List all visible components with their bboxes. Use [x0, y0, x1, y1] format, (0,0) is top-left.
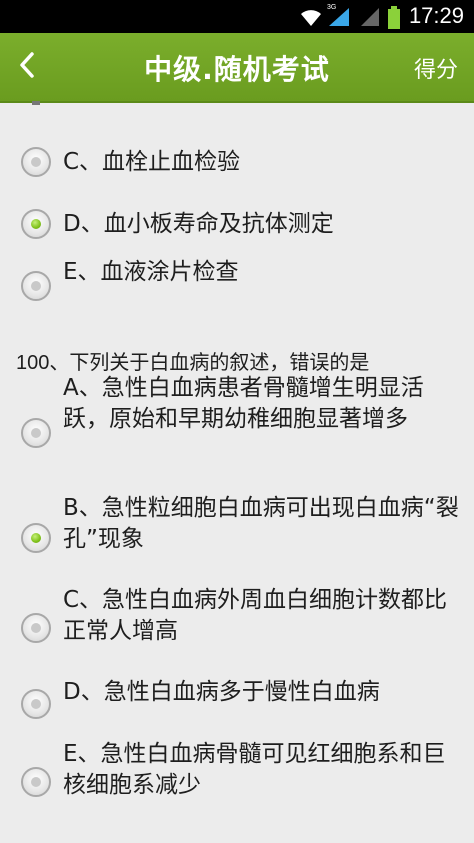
question-list[interactable]: C、血栓止血检验 D、血小板寿命及抗体测定 E、血液涂片检查 100、下列关于白…: [0, 101, 474, 843]
option-label: C、急性白血病外周血白细胞计数都比正常人增高: [63, 587, 448, 644]
option-label: E、血液涂片检查: [63, 259, 239, 285]
battery-icon: [388, 6, 400, 29]
option-label: D、急性白血病多于慢性白血病: [63, 679, 380, 705]
signal-icon: [329, 8, 349, 26]
option-label: E、急性白血病骨髓可见红细胞系和巨核细胞系减少: [63, 741, 446, 798]
radio-button-selected[interactable]: [21, 523, 51, 553]
wifi-icon: [301, 10, 321, 26]
option-label: D、血小板寿命及抗体测定: [63, 211, 334, 237]
status-bar: 3G 17:29: [0, 0, 474, 33]
radio-button[interactable]: [21, 689, 51, 719]
radio-button[interactable]: [21, 418, 51, 448]
radio-button-selected[interactable]: [21, 209, 51, 239]
radio-button[interactable]: [21, 271, 51, 301]
question-title: 100、下列关于白血病的叙述，错误的是: [16, 346, 369, 375]
radio-button[interactable]: [21, 147, 51, 177]
status-time: 17:29: [408, 3, 464, 28]
option-label: C、血栓止血检验: [63, 149, 241, 175]
signal-secondary-icon: [361, 8, 379, 26]
score-button[interactable]: 得分: [414, 52, 458, 84]
question-text: 下列关于白血病的叙述，错误的是: [69, 350, 370, 374]
scroll-fade-indicator: [32, 101, 40, 105]
option-label: A、急性白血病患者骨髓增生明显活跃，原始和早期幼稚细胞显著增多: [63, 375, 424, 432]
radio-button[interactable]: [21, 613, 51, 643]
question-number: 100、: [16, 352, 70, 374]
page-title: 中级.随机考试: [144, 53, 330, 86]
radio-button[interactable]: [21, 767, 51, 797]
option-label: B、急性粒细胞白血病可出现白血病“裂 孔”现象: [63, 495, 459, 552]
title-bar: 中级.随机考试 得分: [0, 33, 474, 103]
